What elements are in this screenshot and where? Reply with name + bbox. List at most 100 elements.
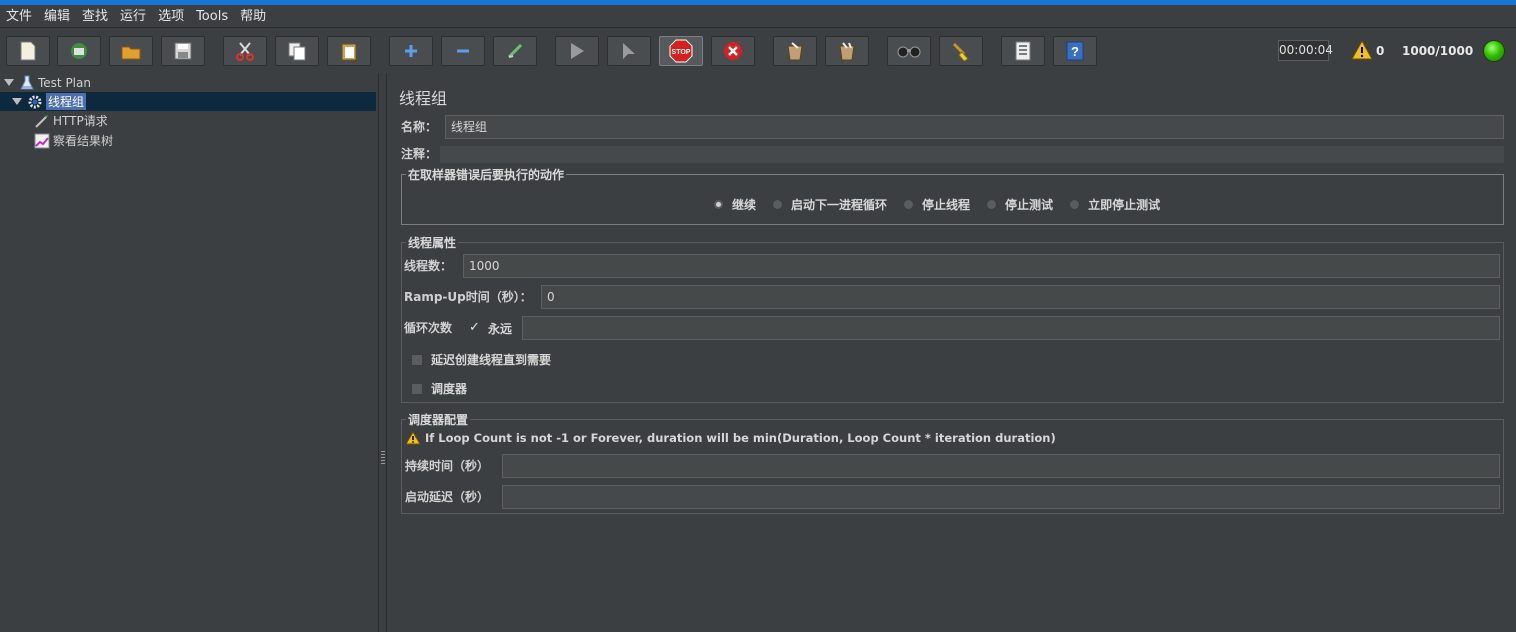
start-no-pauses-icon — [623, 43, 635, 59]
tree-node-test-plan[interactable]: Test Plan — [4, 73, 374, 92]
thread-properties-title: 线程属性 — [406, 234, 459, 251]
chart-icon — [34, 133, 50, 149]
copy-button[interactable] — [275, 36, 319, 66]
save-button[interactable] — [161, 36, 205, 66]
search-button[interactable] — [887, 36, 931, 66]
start-icon — [571, 43, 584, 59]
duration-field[interactable] — [502, 454, 1500, 478]
menu-tools[interactable]: Tools — [190, 5, 234, 28]
templates-button[interactable] — [57, 36, 101, 66]
help-button[interactable]: ? — [1053, 36, 1097, 66]
stop-button[interactable]: STOP — [659, 36, 703, 66]
start-button[interactable] — [555, 36, 599, 66]
radio-dot[interactable] — [903, 199, 915, 210]
panel-splitter[interactable] — [378, 73, 387, 632]
radio-stop-test[interactable]: 停止测试 — [986, 196, 1053, 213]
comment-field[interactable] — [440, 146, 1504, 163]
check-mark-icon: ✓ — [469, 319, 480, 335]
stop-text: STOP — [672, 49, 691, 56]
loop-count-field[interactable] — [522, 316, 1500, 340]
clear-icon — [787, 42, 803, 61]
start-no-pauses-button[interactable] — [607, 36, 651, 66]
radio-dot[interactable] — [713, 199, 724, 210]
radio-continue-label: 继续 — [732, 198, 757, 212]
error-action-options: 继续 启动下一进程循环 停止线程 停止测试 立即停止测试 — [713, 196, 1176, 213]
svg-text:?: ? — [1071, 44, 1079, 59]
expand-arrow-icon[interactable] — [4, 79, 14, 86]
startup-delay-field[interactable] — [502, 485, 1500, 509]
checkbox-box[interactable]: ✓ — [468, 319, 480, 335]
warning-icon[interactable] — [1351, 40, 1373, 60]
name-label: 名称： — [401, 120, 438, 134]
checkbox-box[interactable] — [411, 382, 423, 395]
new-icon — [20, 41, 36, 61]
threads-field[interactable]: 1000 — [463, 254, 1500, 278]
open-button[interactable] — [109, 36, 153, 66]
menu-file[interactable]: 文件 — [0, 5, 38, 28]
tree-label-result-tree: 察看结果树 — [53, 134, 114, 148]
warning-count: 0 — [1376, 44, 1385, 58]
splitter-grip[interactable] — [381, 451, 385, 465]
cut-icon — [236, 42, 254, 61]
collapse-all-button[interactable] — [441, 36, 485, 66]
gear-icon — [27, 94, 43, 110]
delay-thread-creation-checkbox[interactable]: 延迟创建线程直到需要 — [411, 351, 551, 368]
forever-checkbox[interactable]: ✓ 永远 — [468, 320, 512, 337]
pipette-icon — [34, 113, 50, 129]
duration-label: 持续时间（秒） — [405, 459, 490, 473]
copy-icon — [288, 42, 306, 61]
menu-run[interactable]: 运行 — [114, 5, 152, 28]
scheduler-checkbox[interactable]: 调度器 — [411, 380, 467, 397]
warning-icon — [405, 431, 421, 445]
menu-help[interactable]: 帮助 — [234, 5, 272, 28]
menu-options[interactable]: 选项 — [152, 5, 190, 28]
clear-all-button[interactable] — [825, 36, 869, 66]
menu-search[interactable]: 查找 — [76, 5, 114, 28]
checkbox-box[interactable] — [411, 353, 423, 366]
error-action-group: 在取样器错误后要执行的动作 继续 启动下一进程循环 停止线程 停止测试 立即停止… — [401, 166, 1504, 225]
tree-label-test-plan: Test Plan — [38, 75, 91, 90]
paste-button[interactable] — [327, 36, 371, 66]
scheduler-label: 调度器 — [431, 382, 468, 396]
rampup-field[interactable]: 0 — [541, 285, 1500, 309]
clear-button[interactable] — [773, 36, 817, 66]
radio-start-next-loop[interactable]: 启动下一进程循环 — [772, 196, 887, 213]
threads-label: 线程数： — [404, 259, 453, 273]
tree-node-result-tree[interactable]: 察看结果树 — [34, 131, 113, 150]
templates-icon — [71, 43, 87, 59]
radio-dot[interactable] — [772, 199, 784, 210]
radio-dot[interactable] — [986, 199, 998, 210]
toggle-button[interactable] — [493, 36, 537, 66]
radio-stop-thread[interactable]: 停止线程 — [903, 196, 970, 213]
running-status-icon — [1484, 41, 1504, 61]
error-action-title: 在取样器错误后要执行的动作 — [406, 166, 567, 183]
radio-stop-test-now[interactable]: 立即停止测试 — [1069, 196, 1160, 213]
shutdown-button[interactable] — [711, 36, 755, 66]
name-field[interactable]: 线程组 — [445, 115, 1504, 139]
help-icon: ? — [1066, 41, 1084, 61]
function-helper-icon — [1015, 41, 1031, 61]
expand-icon — [405, 45, 417, 57]
search-icon — [897, 46, 921, 58]
expand-all-button[interactable] — [389, 36, 433, 66]
radio-dot[interactable] — [1069, 199, 1081, 210]
radio-start-next-loop-label: 启动下一进程循环 — [791, 198, 888, 212]
radio-stop-test-now-label: 立即停止测试 — [1088, 198, 1161, 212]
cut-button[interactable] — [223, 36, 267, 66]
radio-continue[interactable]: 继续 — [713, 196, 756, 213]
tree-node-http-request[interactable]: HTTP请求 — [34, 111, 108, 130]
radio-stop-test-label: 停止测试 — [1005, 198, 1054, 212]
shutdown-icon — [724, 42, 742, 60]
delay-thread-creation-label: 延迟创建线程直到需要 — [431, 353, 552, 367]
flask-icon — [19, 75, 35, 91]
test-plan-tree: Test Plan 线程组 HTTP请求 察看结果树 — [0, 73, 378, 632]
comment-label: 注释： — [401, 147, 438, 161]
paste-icon — [341, 43, 357, 61]
new-button[interactable] — [6, 36, 50, 66]
tree-node-thread-group[interactable]: 线程组 — [0, 92, 376, 111]
reset-search-button[interactable] — [939, 36, 983, 66]
expand-arrow-icon[interactable] — [12, 98, 22, 105]
menu-edit[interactable]: 编辑 — [38, 5, 76, 28]
function-helper-button[interactable] — [1001, 36, 1045, 66]
scheduler-warning-text: If Loop Count is not -1 or Forever, dura… — [425, 431, 1056, 445]
